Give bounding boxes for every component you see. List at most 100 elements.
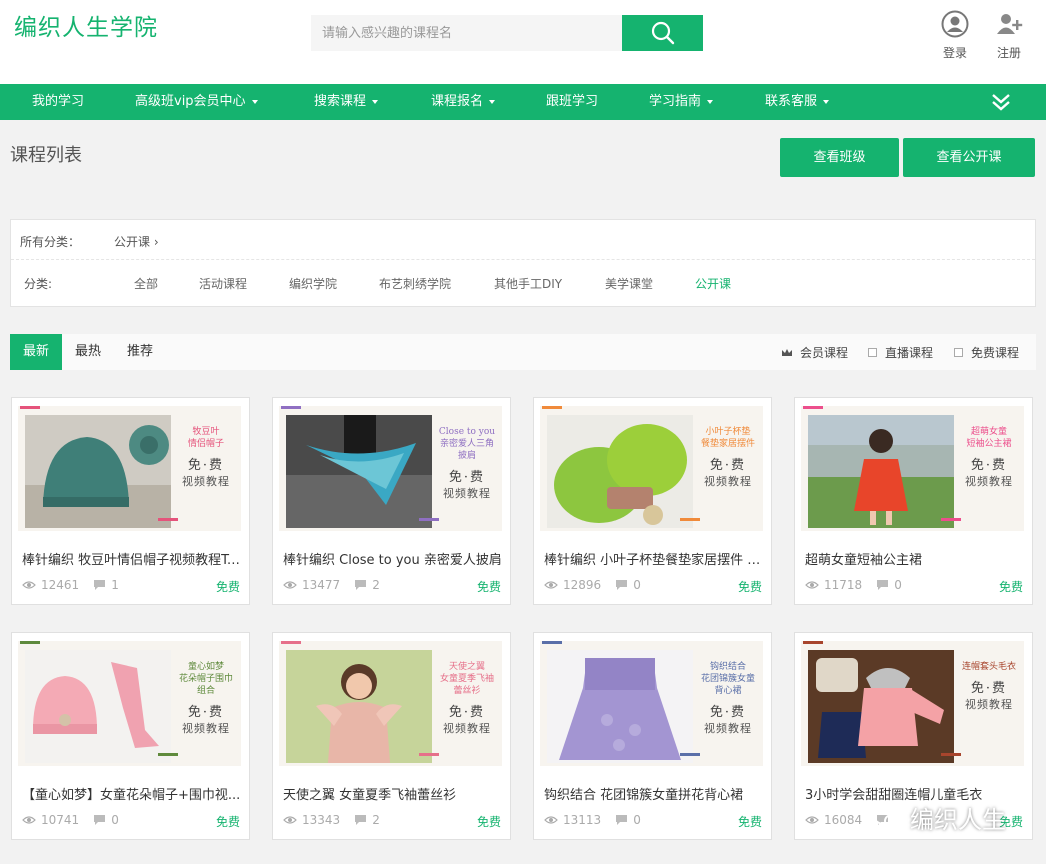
tab-newest[interactable]: 最新	[10, 334, 62, 370]
filter-member-courses[interactable]: 会员课程	[781, 344, 848, 361]
course-banner: 牧豆叶 情侣帽子 免·费 视频教程	[175, 426, 237, 489]
course-card[interactable]: Close to you 亲密爱人三角披肩 免·费 视频教程棒针编织 Close to…	[272, 397, 511, 605]
course-card[interactable]: 钩织结合 花团锦簇女童背心裙 免·费 视频教程钩织结合 花团锦簇女童拼花背心裙 1311…	[533, 632, 772, 840]
live-courses-label: 直播课程	[885, 346, 934, 360]
course-card[interactable]: 童心如梦 花朵帽子围巾组合 免·费 视频教程 【童心如梦】女童花朵帽子+围巾视... 10…	[11, 632, 250, 840]
course-card[interactable]: 超萌女童 短袖公主裙 免·费 视频教程 超萌女童短袖公主裙 11718 0 免费	[794, 397, 1033, 605]
all-categories-label: 所有分类：	[20, 235, 81, 249]
nav-label: 我的学习	[32, 94, 85, 109]
accent-bar	[542, 641, 562, 644]
course-price: 免费	[476, 580, 501, 594]
comment-icon	[355, 815, 367, 825]
category-embroidery[interactable]: 布艺刺绣学院	[379, 275, 451, 292]
free-courses-checkbox[interactable]	[954, 348, 963, 357]
category-diy[interactable]: 其他手工DIY	[494, 275, 562, 292]
register-label: 注册	[996, 46, 1021, 60]
banner-line: 情侣帽子	[187, 439, 224, 449]
category-activity[interactable]: 活动课程	[199, 275, 247, 292]
course-title[interactable]: 【童心如梦】女童花朵帽子+围巾视...	[22, 784, 242, 803]
category-aesthetics[interactable]: 美学课堂	[605, 275, 653, 292]
eye-icon	[805, 581, 819, 589]
member-courses-label: 会员课程	[800, 346, 849, 360]
nav-label: 搜索课程	[314, 94, 367, 109]
banner-line: 牧豆叶	[192, 427, 220, 437]
site-logo[interactable]: 编织人生学院	[14, 8, 158, 42]
accent-bar	[281, 406, 301, 409]
login-button[interactable]: 登录	[935, 10, 975, 61]
course-stats: 12461 1	[22, 578, 133, 592]
course-thumbnail[interactable]: 小叶子杯垫 餐垫家居摆件 免·费 视频教程	[540, 406, 763, 531]
banner-line: 超萌女童	[970, 427, 1007, 437]
banner-line: 女童夏季飞袖蕾丝衫	[439, 674, 494, 696]
accent-bar	[419, 753, 439, 756]
course-stats: 13343 2	[283, 813, 394, 827]
category-knitting[interactable]: 编织学院	[289, 275, 337, 292]
course-thumbnail[interactable]: 天使之翼 女童夏季飞袖蕾丝衫 免·费 视频教程	[279, 641, 502, 766]
banner-video: 视频教程	[704, 475, 752, 488]
banner-line: Close to you	[438, 427, 496, 437]
view-count: 11718	[824, 578, 863, 592]
filter-free-courses[interactable]: 免费课程	[954, 344, 1019, 361]
course-photo	[808, 650, 954, 763]
course-thumbnail[interactable]: 童心如梦 花朵帽子围巾组合 免·费 视频教程	[18, 641, 241, 766]
course-thumbnail[interactable]: 超萌女童 短袖公主裙 免·费 视频教程	[801, 406, 1024, 531]
course-stats: 13477 2	[283, 578, 394, 592]
nav-my-study[interactable]: 我的学习	[32, 84, 84, 120]
nav-label: 联系客服	[765, 94, 818, 109]
course-banner: 天使之翼 女童夏季飞袖蕾丝衫 免·费 视频教程	[436, 661, 498, 736]
course-price: 免费	[215, 815, 240, 829]
category-all[interactable]: 全部	[134, 275, 158, 292]
login-label: 登录	[942, 46, 967, 60]
course-price: 免费	[998, 580, 1023, 594]
breadcrumb-open-course[interactable]: 公开课 ›	[114, 233, 159, 250]
nav-support[interactable]: 联系客服	[765, 84, 830, 120]
comment-count: 0	[633, 578, 641, 592]
course-thumbnail[interactable]: 钩织结合 花团锦簇女童背心裙 免·费 视频教程	[540, 641, 763, 766]
view-count: 13113	[563, 813, 602, 827]
banner-line: 花团锦簇女童背心裙	[700, 674, 755, 696]
course-price: 免费	[215, 580, 240, 594]
comment-icon	[94, 815, 106, 825]
nav-search-courses[interactable]: 搜索课程	[314, 84, 379, 120]
course-title[interactable]: 超萌女童短袖公主裙	[805, 549, 1025, 568]
course-title[interactable]: 棒针编织 牧豆叶情侣帽子视频教程Ta...	[22, 549, 242, 568]
course-thumbnail[interactable]: Close to you 亲密爱人三角披肩 免·费 视频教程	[279, 406, 502, 531]
register-button[interactable]: 注册	[989, 10, 1029, 61]
tab-hottest[interactable]: 最热	[66, 334, 110, 370]
course-title[interactable]: 棒针编织 Close to you 亲密爱人披肩	[283, 549, 503, 568]
nav-vip-center[interactable]: 高级班vip会员中心	[135, 84, 258, 120]
double-chevron-down-icon[interactable]	[990, 93, 1012, 111]
category-open-course[interactable]: 公开课	[695, 275, 731, 292]
banner-line: 童心如梦	[187, 662, 224, 672]
site-header: 编织人生学院 登录 注册	[0, 0, 1046, 84]
search-bar	[311, 15, 703, 51]
banner-line: 花朵帽子围巾组合	[178, 674, 233, 696]
comment-icon	[616, 815, 628, 825]
wechat-watermark: 编织人生	[872, 800, 1006, 835]
course-photo	[286, 415, 432, 528]
filter-breadcrumb-row: 所有分类： 公开课 ›	[11, 220, 1035, 260]
course-thumbnail[interactable]: 连帽套头毛衣 免·费 视频教程	[801, 641, 1024, 766]
accent-bar	[803, 406, 823, 409]
search-button[interactable]	[622, 15, 703, 51]
filter-live-courses[interactable]: 直播课程	[868, 344, 933, 361]
nav-follow-class[interactable]: 跟班学习	[546, 84, 598, 120]
live-courses-checkbox[interactable]	[868, 348, 877, 357]
course-card[interactable]: 天使之翼 女童夏季飞袖蕾丝衫 免·费 视频教程天使之翼 女童夏季飞袖蕾丝衫 13343 2…	[272, 632, 511, 840]
course-title[interactable]: 钩织结合 花团锦簇女童拼花背心裙	[544, 784, 764, 803]
nav-enroll[interactable]: 课程报名	[431, 84, 496, 120]
course-card[interactable]: 小叶子杯垫 餐垫家居摆件 免·费 视频教程 棒针编织 小叶子杯垫餐垫家居摆件 毛... 1…	[533, 397, 772, 605]
course-card[interactable]: 牧豆叶 情侣帽子 免·费 视频教程 棒针编织 牧豆叶情侣帽子视频教程Ta... 12461…	[11, 397, 250, 605]
view-count: 16084	[824, 813, 863, 827]
tab-recommended[interactable]: 推荐	[118, 334, 162, 370]
caret-down-icon	[707, 99, 714, 104]
view-class-button[interactable]: 查看班级	[780, 138, 899, 177]
banner-free: 免·费	[970, 458, 1008, 473]
course-title[interactable]: 天使之翼 女童夏季飞袖蕾丝衫	[283, 784, 503, 803]
course-thumbnail[interactable]: 牧豆叶 情侣帽子 免·费 视频教程	[18, 406, 241, 531]
view-open-course-button[interactable]: 查看公开课	[903, 138, 1035, 177]
course-title[interactable]: 棒针编织 小叶子杯垫餐垫家居摆件 毛...	[544, 549, 764, 568]
banner-video: 视频教程	[443, 487, 491, 500]
nav-guide[interactable]: 学习指南	[649, 84, 714, 120]
search-input[interactable]	[311, 15, 622, 51]
